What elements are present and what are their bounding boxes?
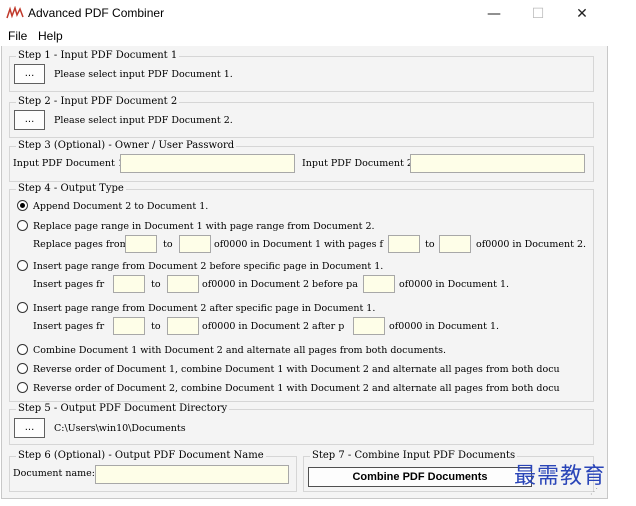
document-name-input[interactable] (95, 465, 289, 484)
step1-title: Step 1 - Input PDF Document 1 (16, 50, 180, 61)
document2-status: Please select input PDF Document 2. (54, 115, 233, 126)
insert-before-page-input[interactable] (363, 275, 395, 293)
output-directory-path: C:\Users\win10\Documents (54, 423, 186, 434)
step6-title: Step 6 (Optional) - Output PDF Document … (16, 450, 266, 461)
replace-pages-from-input[interactable] (388, 235, 420, 253)
password1-input[interactable] (120, 154, 295, 173)
replace-pages-to-label: to (425, 239, 435, 250)
minimize-button[interactable]: — (472, 2, 516, 26)
radio-insert-before[interactable] (17, 260, 28, 271)
document-name-label: Document name: (13, 468, 95, 479)
replace-to-label: to (163, 239, 173, 250)
browse-document1-button[interactable]: ... (14, 64, 45, 84)
password2-label: Input PDF Document 2 (302, 158, 413, 169)
radio-reverse-doc1[interactable] (17, 363, 28, 374)
option-reverse-doc2-label: Reverse order of Document 2, combine Doc… (33, 383, 560, 394)
radio-reverse-doc2[interactable] (17, 382, 28, 393)
combine-pdf-button[interactable]: Combine PDF Documents (308, 467, 532, 487)
browse-document2-button[interactable]: ... (14, 110, 45, 130)
radio-append[interactable] (17, 200, 28, 211)
replace-mid-label: of0000 in Document 1 with pages f (214, 239, 384, 250)
replace-from-label: Replace pages from (33, 239, 129, 250)
insert-after-to-label: to (151, 321, 161, 332)
step4-title: Step 4 - Output Type (16, 183, 126, 194)
insert-after-mid-label: of0000 in Document 2 after p (202, 321, 345, 332)
resize-grip-icon[interactable]: ⋰ (590, 487, 602, 497)
option-insert-after-label: Insert page range from Document 2 after … (33, 303, 376, 314)
browse-output-directory-button[interactable]: ... (14, 418, 45, 438)
window-title: Advanced PDF Combiner (28, 6, 165, 20)
replace-end-label: of0000 in Document 2. (476, 239, 587, 250)
maximize-button[interactable]: ☐ (516, 2, 560, 26)
step7-title: Step 7 - Combine Input PDF Documents (310, 450, 518, 461)
option-replace-label: Replace page range in Document 1 with pa… (33, 221, 375, 232)
step2-title: Step 2 - Input PDF Document 2 (16, 96, 180, 107)
option-reverse-doc1-label: Reverse order of Document 1, combine Doc… (33, 364, 560, 375)
insert-before-end-label: of0000 in Document 1. (399, 279, 510, 290)
radio-insert-after[interactable] (17, 302, 28, 313)
radio-replace[interactable] (17, 220, 28, 231)
close-button[interactable]: ✕ (560, 2, 604, 26)
watermark-text: 最需教育 (514, 464, 607, 489)
insert-before-from-input[interactable] (113, 275, 145, 293)
insert-before-to-label: to (151, 279, 161, 290)
step3-title: Step 3 (Optional) - Owner / User Passwor… (16, 140, 237, 151)
insert-after-from-label: Insert pages fr (33, 321, 105, 332)
app-icon (6, 6, 24, 19)
menu-help[interactable]: Help (38, 29, 63, 43)
replace-pages-to-input[interactable] (439, 235, 471, 253)
option-insert-before-label: Insert page range from Document 2 before… (33, 261, 384, 272)
insert-before-to-input[interactable] (167, 275, 199, 293)
menu-bar: File Help (0, 28, 636, 46)
option-append-label: Append Document 2 to Document 1. (33, 201, 209, 212)
radio-alternate[interactable] (17, 344, 28, 355)
option-alternate-label: Combine Document 1 with Document 2 and a… (33, 345, 447, 356)
insert-before-from-label: Insert pages fr (33, 279, 105, 290)
menu-file[interactable]: File (8, 29, 27, 43)
replace-to-input[interactable] (179, 235, 211, 253)
replace-from-input[interactable] (125, 235, 157, 253)
insert-after-page-input[interactable] (353, 317, 385, 335)
insert-after-from-input[interactable] (113, 317, 145, 335)
step5-title: Step 5 - Output PDF Document Directory (16, 403, 230, 414)
insert-after-end-label: of0000 in Document 1. (389, 321, 500, 332)
insert-before-mid-label: of0000 in Document 2 before pa (202, 279, 358, 290)
document1-status: Please select input PDF Document 1. (54, 69, 233, 80)
insert-after-to-input[interactable] (167, 317, 199, 335)
password1-label: Input PDF Document 1 (13, 158, 124, 169)
title-bar: Advanced PDF Combiner — ☐ ✕ (0, 0, 636, 28)
password2-input[interactable] (410, 154, 585, 173)
